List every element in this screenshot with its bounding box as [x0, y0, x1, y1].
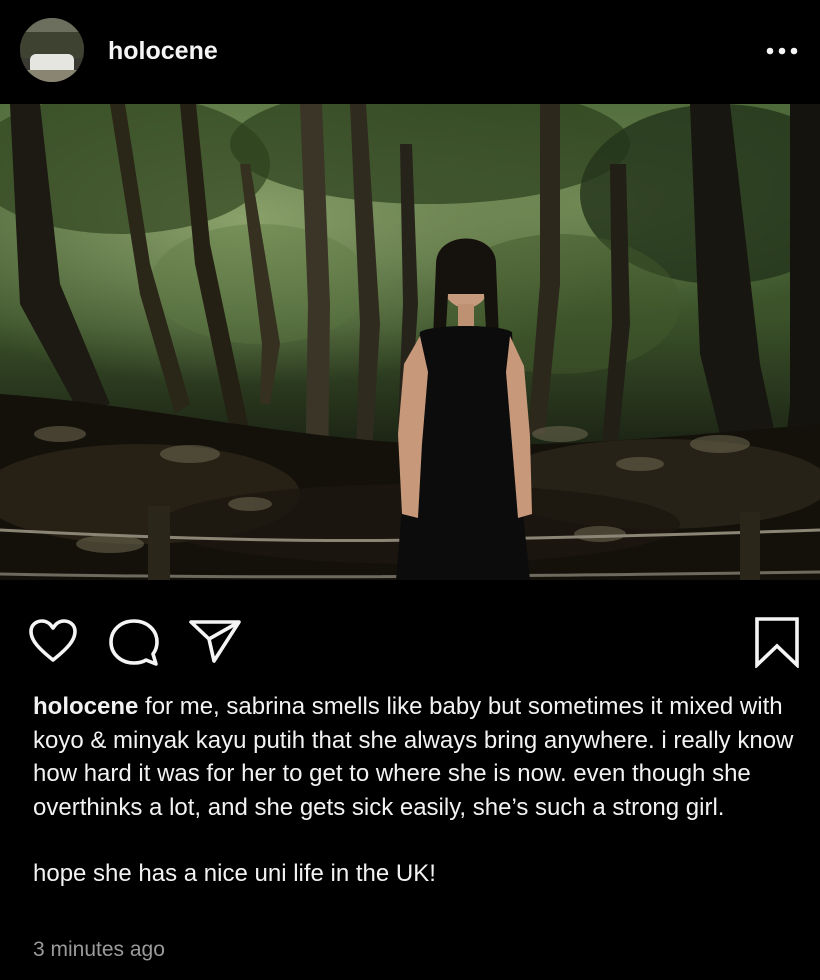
post-photo[interactable]: [0, 104, 820, 580]
post-actions-bar: [0, 580, 820, 690]
post-username[interactable]: holocene: [108, 36, 218, 66]
post-header: holocene: [0, 0, 820, 104]
heart-icon[interactable]: [28, 618, 78, 664]
caption-text: for me, sabrina smells like baby but som…: [33, 693, 794, 821]
bookmark-icon[interactable]: [752, 616, 802, 668]
comment-bubble-icon[interactable]: [108, 618, 160, 668]
caption-paragraph: holocene for me, sabrina smells like bab…: [33, 690, 803, 824]
caption-username[interactable]: holocene: [33, 693, 138, 720]
post-caption: holocene for me, sabrina smells like bab…: [33, 690, 803, 891]
avatar-ground: [20, 70, 84, 82]
caption-paragraph: hope she has a nice uni life in the UK!: [33, 860, 436, 887]
more-dots-icon[interactable]: [762, 40, 802, 62]
paper-plane-icon[interactable]: [188, 618, 242, 664]
forest-portrait-image: [0, 104, 820, 580]
post-timestamp: 3 minutes ago: [33, 938, 165, 961]
profile-avatar[interactable]: [20, 18, 84, 82]
